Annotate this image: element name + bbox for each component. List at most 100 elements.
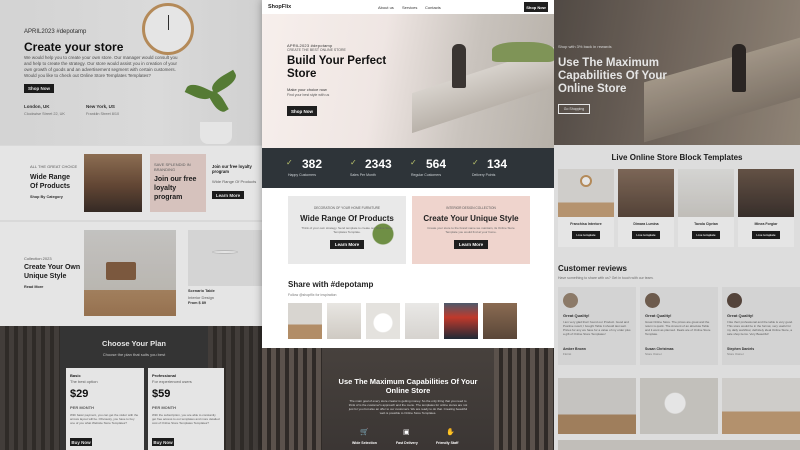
plan-desc: With the subscription, you are able to c… (152, 413, 220, 425)
reviewer-role: Store Owner (727, 352, 744, 356)
avatar (727, 293, 742, 308)
nav-link-services[interactable]: Services (402, 5, 417, 10)
plant-pot-image (200, 122, 232, 144)
stat-label: Happy Customers (288, 173, 317, 177)
stat-value: 2343 (365, 157, 392, 171)
instagram-thumb[interactable] (444, 303, 478, 339)
top-navbar: ShopFlix About us Services Contacts Shop… (262, 0, 554, 14)
nav-link-about[interactable]: About us (378, 5, 394, 10)
template-name: Minea Forgiar (754, 222, 778, 226)
loyalty-side-title: Join our free loyalty program (212, 164, 252, 174)
template-name: Tavola Ciprian (694, 222, 718, 226)
instagram-thumb[interactable] (366, 303, 400, 339)
instagram-thumb[interactable] (327, 303, 361, 339)
template-card[interactable]: Tavola Ciprian Live template (678, 169, 734, 247)
hero-sub: Make your choice now (287, 87, 327, 92)
stat-label: Regular Customers (411, 173, 442, 177)
promo-body: Think of your own strategy. Send templat… (301, 226, 393, 234)
plans-sub: Choose the plan that suits you best (102, 352, 166, 357)
hero-kicker: APRIL2023 #depotamp (24, 29, 87, 35)
pro-plan-card: Professional For experienced users $59 P… (148, 368, 224, 450)
share-sub: Follow @shopflix for inspiration (288, 293, 337, 297)
hero-kicker: Shop with 3% back in rewards (558, 44, 612, 49)
clothing-rack-image (0, 326, 60, 450)
instagram-thumb[interactable] (288, 303, 322, 339)
template-image (618, 169, 674, 217)
box-icon: ▣ (403, 429, 410, 436)
instagram-thumb[interactable] (405, 303, 439, 339)
reviewer-name: Stephen Daniels (727, 347, 755, 351)
review-card: Great Quality! Great Online Store. The p… (640, 287, 718, 365)
table-name: Scenario Table (188, 289, 215, 293)
site-logo[interactable]: ShopFlix (268, 4, 291, 10)
loyalty-side-sub: Wide Range Of Products (212, 179, 257, 184)
plan-desc: With basic payment, you can get the visi… (70, 413, 139, 425)
shop-now-button[interactable]: Shop Now (24, 84, 54, 93)
center-page-preview: ShopFlix About us Services Contacts Shop… (262, 0, 554, 450)
stat-value: 134 (487, 157, 508, 171)
plan-price: $59 (152, 388, 171, 400)
clock-image (580, 175, 592, 187)
table-price: From $ 89 (188, 301, 206, 305)
armchair-image (558, 378, 636, 434)
more-images-row (558, 440, 800, 450)
buy-now-button[interactable]: Buy Now (152, 438, 174, 446)
nav-shop-now-button[interactable]: Shop Now (524, 2, 548, 12)
feature-kicker: ALL THE GREAT CHOICE (30, 164, 78, 169)
shop-by-category-link[interactable]: Shop By Category (30, 195, 63, 199)
template-image (678, 169, 734, 217)
stat-value: 382 (302, 157, 323, 171)
plan-name: Basic (70, 373, 81, 378)
review-body: I like their professional and the table … (727, 320, 793, 336)
learn-more-button[interactable]: Learn More (454, 240, 488, 249)
template-card[interactable]: Minea Forgiar Live template (738, 169, 794, 247)
template-card[interactable]: Franchisa Interiore Live template (558, 169, 614, 247)
armchair-seat (106, 262, 136, 280)
go-shopping-button[interactable]: Go Shopping (558, 104, 590, 114)
stat-value: 564 (426, 157, 447, 171)
review-heading: Great Quality! (563, 313, 590, 318)
buy-now-button[interactable]: Buy Now (70, 438, 92, 446)
table-top (212, 250, 238, 254)
promo-kicker: INTERIOR DESIGN COLLECTION (446, 206, 496, 210)
review-card: Great Quality! I like their professional… (722, 287, 800, 365)
live-template-button[interactable]: Live template (632, 231, 660, 239)
loyalty-kicker: SAVE SPLENDID IN BRANDING (154, 162, 191, 172)
promo-body: Create your store to the brand name we m… (427, 226, 515, 234)
template-card[interactable]: Dimara Lumina Live template (618, 169, 674, 247)
location-address: Franklin Street 8/10 (86, 112, 120, 116)
feature-title: Wide Range Of Products (30, 174, 71, 190)
left-page-preview: APRIL2023 #depotamp Create your store We… (0, 0, 262, 450)
live-template-button[interactable]: Live template (572, 231, 600, 239)
hero-body: We would help you to create your own sto… (24, 55, 178, 78)
table-sub: Interior Design (188, 295, 215, 300)
check-icon: ✓ (410, 158, 417, 167)
live-template-button[interactable]: Live template (752, 231, 780, 239)
location-city: London, UK (24, 104, 50, 109)
reviewer-role: Florist (563, 352, 572, 356)
review-heading: Great Quality! (727, 313, 754, 318)
plan-name: Professional (152, 373, 177, 378)
nav-link-contacts[interactable]: Contacts (425, 5, 441, 10)
read-more-link[interactable]: Read More (24, 285, 43, 289)
plan-period: PER MONTH (70, 405, 94, 410)
side-table-image (640, 378, 718, 434)
promo-title: Create Your Unique Style (423, 214, 519, 223)
promo-card-style: INTERIOR DESIGN COLLECTION Create Your U… (412, 196, 530, 264)
template-name: Franchisa Interiore (570, 222, 602, 226)
basic-plan-card: Basic The best option $29 PER MONTH With… (66, 368, 144, 450)
hero-shop-now-button[interactable]: Shop Now (287, 106, 317, 116)
check-icon: ✓ (472, 158, 479, 167)
live-template-button[interactable]: Live template (692, 231, 720, 239)
location-address: Clockwise Street 22, UK (24, 112, 65, 116)
clothing-rack-image (494, 348, 554, 450)
reviewer-name: Susan Christmas (645, 347, 674, 351)
plan-sub: The best option (70, 379, 98, 384)
learn-more-button[interactable]: Learn More (330, 240, 364, 249)
reviews-sub: Have something to share with us? Get in … (558, 276, 654, 280)
check-icon: ✓ (286, 158, 293, 167)
instagram-thumb[interactable] (483, 303, 517, 339)
learn-more-button[interactable]: Learn More (212, 191, 244, 199)
plan-period: PER MONTH (152, 405, 176, 410)
template-name: Dimara Lumina (633, 222, 659, 226)
